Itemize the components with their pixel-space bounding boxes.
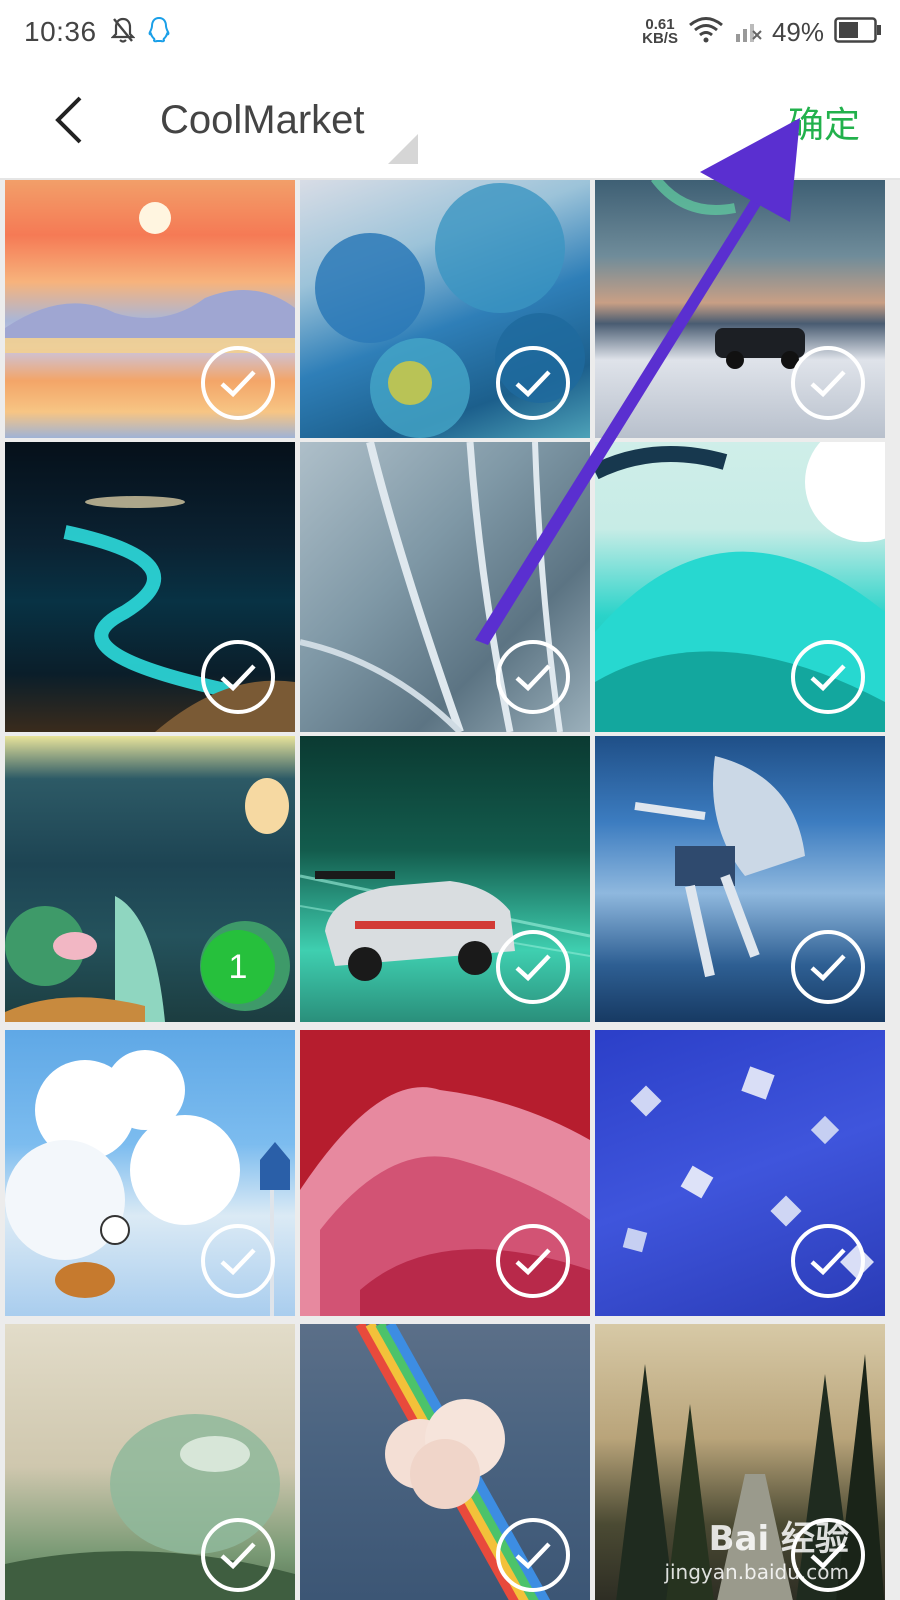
check-icon [220, 370, 256, 398]
check-icon [810, 370, 846, 398]
app-header: CoolMarket 确定 [0, 64, 900, 180]
watermark-sub: jingyan.baidu.com [664, 1560, 849, 1584]
select-checkbox[interactable] [791, 1224, 865, 1298]
album-title[interactable]: CoolMarket [160, 98, 365, 143]
bell-off-icon [109, 16, 136, 49]
select-checkbox[interactable] [201, 1224, 275, 1298]
photo-tile[interactable] [595, 1030, 885, 1316]
check-icon [810, 1248, 846, 1276]
status-time: 10:36 [24, 16, 97, 47]
check-icon [515, 370, 551, 398]
photo-tile[interactable] [5, 442, 295, 732]
photo-tile[interactable] [300, 1324, 590, 1600]
baidu-watermark: Bai 经验 jingyan.baidu.com [664, 1511, 849, 1584]
check-icon [810, 954, 846, 982]
check-icon [515, 1542, 551, 1570]
status-bar: 10:36 0.61 KB/S 49% [0, 0, 900, 64]
photo-tile[interactable] [5, 180, 295, 438]
photo-tile[interactable]: 1 [5, 736, 295, 1022]
net-speed: 0.61 KB/S [642, 17, 678, 47]
net-speed-unit: KB/S [642, 30, 678, 47]
confirm-button[interactable]: 确定 [788, 96, 860, 148]
check-icon [515, 954, 551, 982]
check-icon [220, 664, 256, 692]
status-left-icons [109, 16, 171, 49]
photo-tile[interactable] [595, 180, 885, 438]
check-icon [515, 664, 551, 692]
select-checkbox[interactable] [791, 346, 865, 420]
select-checkbox[interactable] [496, 346, 570, 420]
battery-icon [834, 16, 882, 48]
selected-order-badge[interactable]: 1 [201, 930, 275, 1004]
select-checkbox[interactable] [791, 640, 865, 714]
photo-tile[interactable] [300, 180, 590, 438]
watermark-main: Bai 经验 [708, 1519, 849, 1559]
select-checkbox[interactable] [496, 1224, 570, 1298]
select-checkbox[interactable] [201, 1518, 275, 1592]
qq-icon [147, 16, 171, 49]
photo-tile[interactable] [300, 1030, 590, 1316]
photo-tile[interactable] [300, 736, 590, 1022]
select-checkbox[interactable] [496, 930, 570, 1004]
photo-grid: 1 Bai 经验 jingyan.baidu.com [0, 180, 900, 1600]
photo-tile[interactable] [595, 442, 885, 732]
photo-tile[interactable]: Bai 经验 jingyan.baidu.com [595, 1324, 885, 1600]
status-right: 0.61 KB/S 49% [642, 16, 882, 49]
select-checkbox[interactable] [496, 1518, 570, 1592]
check-icon [810, 664, 846, 692]
check-icon [515, 1248, 551, 1276]
select-checkbox[interactable] [496, 640, 570, 714]
photo-tile[interactable] [595, 736, 885, 1022]
photo-tile[interactable] [300, 442, 590, 732]
chevron-left-icon [55, 96, 82, 144]
photo-tile[interactable] [5, 1324, 295, 1600]
dropdown-triangle-icon[interactable] [388, 134, 418, 164]
check-icon [220, 1542, 256, 1570]
wifi-icon [688, 16, 724, 49]
select-checkbox[interactable] [201, 640, 275, 714]
select-checkbox[interactable] [791, 930, 865, 1004]
photo-tile[interactable] [5, 1030, 295, 1316]
select-checkbox[interactable] [201, 346, 275, 420]
check-icon [220, 1248, 256, 1276]
back-button[interactable] [44, 90, 94, 150]
signal-off-icon [734, 16, 762, 49]
battery-percent: 49% [771, 16, 824, 47]
